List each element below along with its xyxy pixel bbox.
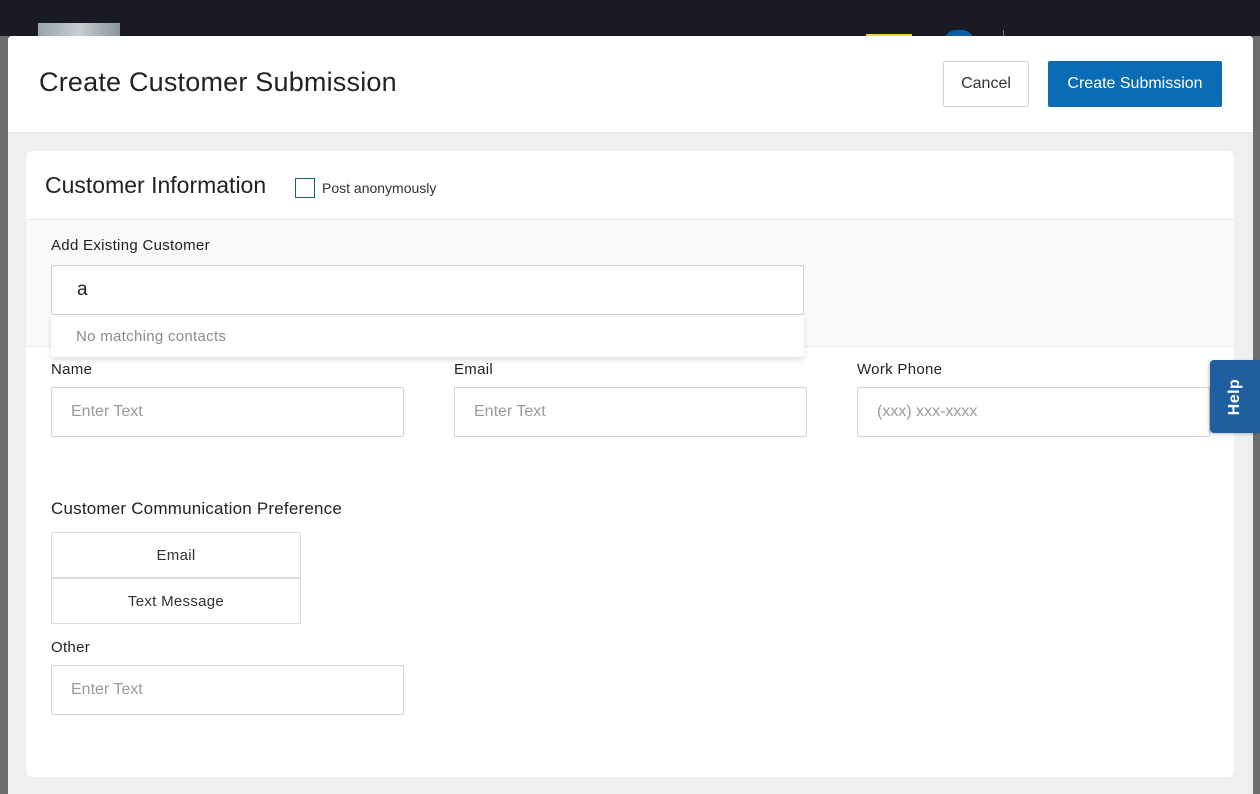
post-anonymously-checkbox[interactable] — [295, 178, 315, 198]
preference-option-text-message[interactable]: Text Message — [51, 578, 301, 624]
existing-customer-dropdown: No matching contacts — [51, 315, 804, 357]
email-input[interactable] — [454, 387, 807, 437]
name-label: Name — [51, 361, 93, 378]
name-input[interactable] — [51, 387, 404, 437]
work-phone-input[interactable] — [857, 387, 1210, 437]
modal-title: Create Customer Submission — [39, 67, 397, 97]
existing-customer-search-input[interactable] — [51, 265, 804, 315]
app-logo — [38, 23, 120, 36]
existing-customer-label: Add Existing Customer — [51, 237, 210, 254]
help-label: Help — [1226, 378, 1243, 415]
work-phone-label: Work Phone — [857, 361, 943, 378]
email-label: Email — [454, 361, 494, 378]
card-header: Customer Information Post anonymously — [26, 151, 1234, 220]
cancel-button[interactable]: Cancel — [943, 61, 1029, 107]
customer-information-card: Customer Information Post anonymously Ad… — [26, 151, 1234, 777]
app-topbar — [0, 0, 1260, 42]
create-submission-modal: Create Customer Submission Cancel Create… — [8, 36, 1253, 794]
preference-option-email[interactable]: Email — [51, 532, 301, 578]
communication-preference-label: Customer Communication Preference — [51, 499, 342, 518]
modal-header: Create Customer Submission Cancel Create… — [8, 36, 1253, 133]
post-anonymously-label: Post anonymously — [322, 180, 437, 196]
no-matching-contacts-message: No matching contacts — [76, 328, 227, 345]
customer-information-title: Customer Information — [45, 172, 267, 198]
create-submission-button[interactable]: Create Submission — [1048, 61, 1222, 107]
modal-backdrop-left — [0, 36, 8, 794]
other-label: Other — [51, 639, 91, 656]
other-input[interactable] — [51, 665, 404, 715]
help-tab[interactable]: Help — [1210, 360, 1260, 433]
